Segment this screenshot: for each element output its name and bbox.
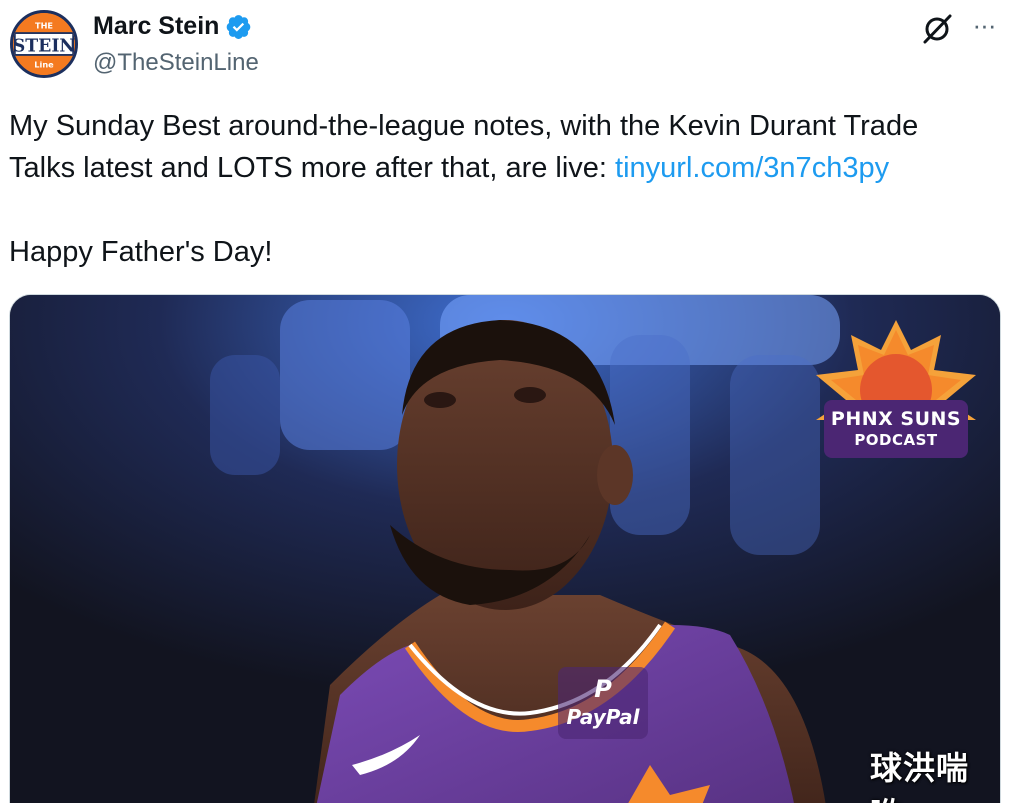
avatar-bottom-text: Line (34, 60, 54, 70)
tweet-line-1: My Sunday Best around-the-league notes, … (9, 110, 919, 142)
tweet-media-photo[interactable]: PHNX SUNS PODCAST P PayPal 球洪喘哟 (9, 294, 1001, 803)
watermark: 球洪喘哟 (870, 749, 970, 803)
badge-subtitle: PODCAST (854, 431, 938, 449)
more-options-icon[interactable]: ··· (968, 12, 1000, 44)
author-display-name[interactable]: Marc Stein (93, 12, 219, 41)
sponsor-patch: P PayPal (558, 675, 648, 729)
podcast-badge: PHNX SUNS PODCAST (816, 320, 984, 460)
grok-slash-icon[interactable] (920, 12, 954, 46)
avatar-main-text: STEIN (13, 36, 75, 56)
tweet-link[interactable]: tinyurl.com/3n7ch3py (615, 152, 889, 184)
badge-title: PHNX SUNS (830, 408, 962, 430)
tweet-text: My Sunday Best around-the-league notes, … (9, 105, 1009, 273)
author-name-row: Marc Stein (93, 12, 252, 41)
author-avatar[interactable]: THE STEIN Line (10, 10, 78, 78)
author-handle[interactable]: @TheSteinLine (93, 49, 259, 77)
tweet-line-2: Talks latest and LOTS more after that, a… (9, 147, 1009, 189)
tweet-line-2-text: Talks latest and LOTS more after that, a… (9, 152, 616, 184)
paypal-logo-icon: P (594, 675, 612, 703)
tweet-spacer (9, 189, 1009, 231)
tweet-line-3: Happy Father's Day! (9, 236, 273, 268)
avatar-top-text: THE (35, 21, 53, 31)
verified-badge-icon[interactable] (225, 13, 252, 40)
sponsor-text: PayPal (566, 705, 640, 729)
